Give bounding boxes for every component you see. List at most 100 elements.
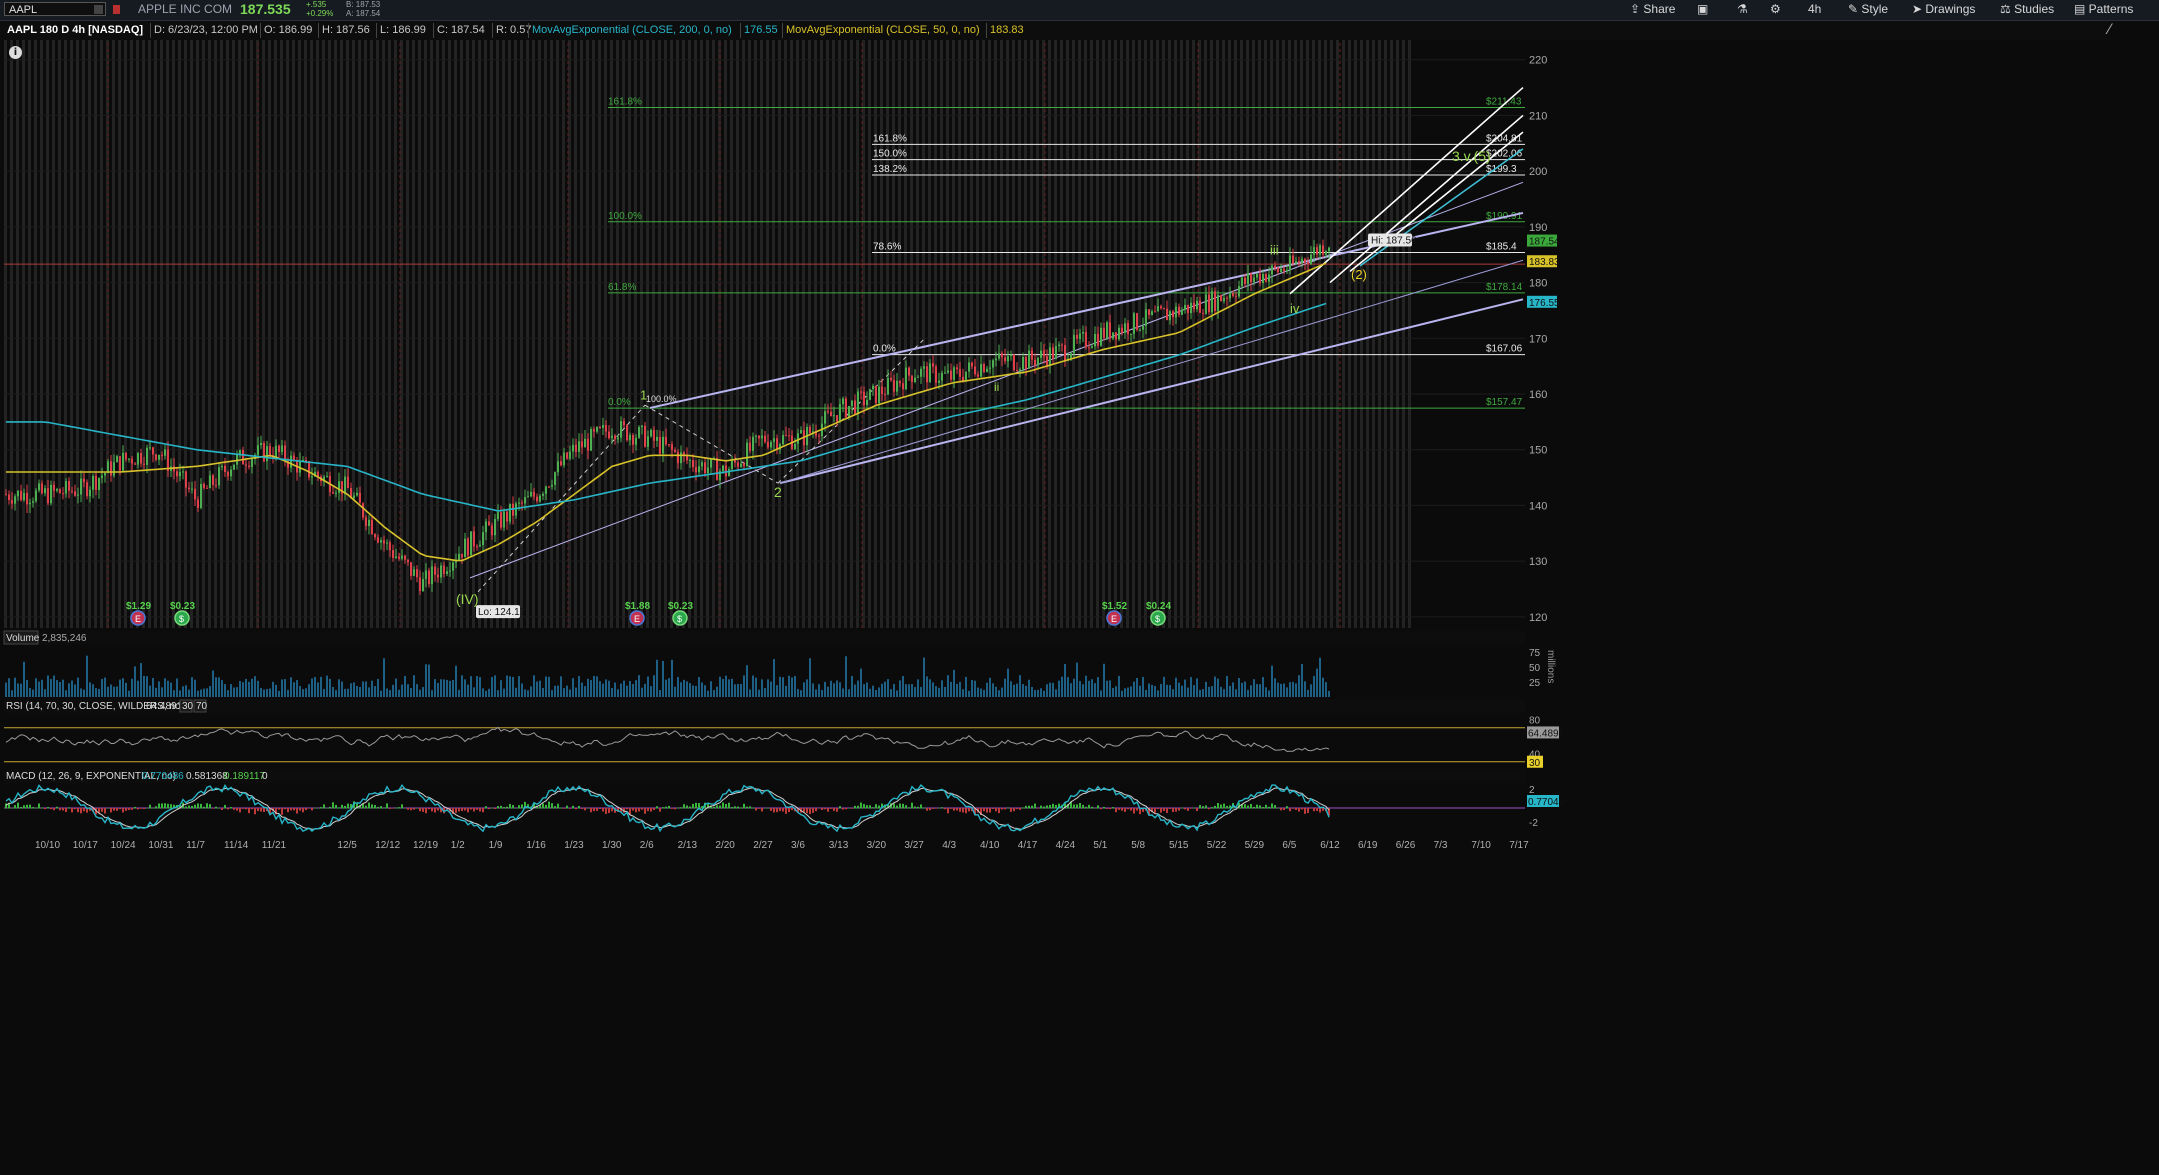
candle-body — [149, 447, 151, 449]
volume-bar — [689, 683, 691, 697]
macd-histogram-bar — [569, 808, 571, 809]
volume-bar — [557, 685, 559, 697]
volume-bar — [389, 690, 391, 697]
macd-histogram-bar — [782, 808, 784, 812]
candle-body — [473, 531, 475, 547]
bg-stripe — [118, 40, 121, 628]
candle-body — [1202, 312, 1204, 314]
bg-stripe — [658, 40, 661, 628]
volume-bar — [1205, 681, 1207, 697]
bg-stripe — [1330, 40, 1333, 628]
macd-histogram-bar — [566, 805, 568, 809]
volume-bar — [416, 684, 418, 697]
candle-body — [965, 371, 967, 381]
volume-bar — [941, 680, 943, 697]
time-tick-label: 7/10 — [1471, 840, 1491, 851]
bg-stripe — [640, 40, 643, 628]
chart-window: AAPL APPLE INC COM 187.535 +.535 +0.29% … — [0, 0, 2159, 1175]
macd-histogram-bar — [200, 803, 202, 809]
bg-stripe — [166, 40, 169, 628]
candle-body — [497, 512, 499, 520]
volume-bar — [107, 686, 109, 697]
macd-histogram-bar — [584, 808, 586, 811]
candle-body — [587, 438, 589, 451]
volume-axis-label: millions — [1545, 650, 1556, 683]
bg-stripe — [1222, 40, 1225, 628]
candle-body — [1148, 309, 1150, 315]
volume-bar — [179, 690, 181, 697]
candle-body — [1079, 333, 1081, 339]
time-tick-label: 11/14 — [224, 840, 249, 851]
macd-histogram-bar — [626, 808, 628, 810]
volume-bar — [314, 677, 316, 697]
volume-bar — [1088, 680, 1090, 697]
macd-histogram-bar — [254, 808, 256, 815]
volume-bar — [449, 680, 451, 697]
macd-histogram-bar — [926, 808, 928, 811]
candle-body — [5, 494, 7, 496]
volume-bar — [1052, 682, 1054, 697]
volume-bar — [29, 687, 31, 697]
volume-bar — [497, 690, 499, 697]
time-tick-label: 11/21 — [262, 840, 287, 851]
macd-histogram-bar — [1316, 808, 1318, 812]
bg-stripe — [1270, 40, 1273, 628]
volume-bar — [965, 676, 967, 697]
price-tick-label: 220 — [1529, 55, 1547, 67]
macd-histogram-bar — [23, 805, 25, 809]
candle-body — [1166, 308, 1168, 321]
candle-body — [1310, 254, 1312, 265]
candle-body — [680, 452, 682, 464]
candle-body — [380, 540, 382, 543]
candle-body — [1184, 304, 1186, 310]
volume-bar — [131, 678, 133, 697]
draw-tool-icon[interactable]: ⁄ — [2108, 22, 2110, 38]
channel-line — [1329, 114, 1524, 284]
bg-stripe — [1024, 40, 1027, 628]
macd-histogram-bar — [596, 808, 598, 811]
macd-histogram-bar — [158, 803, 160, 809]
event-glyph: E — [634, 614, 640, 624]
volume-bar — [1073, 678, 1075, 697]
volume-bar — [203, 688, 205, 697]
candle-body — [221, 465, 223, 468]
bg-stripe — [922, 40, 925, 628]
candle-body — [365, 517, 367, 527]
volume-bar — [578, 676, 580, 697]
candle-body — [1289, 255, 1291, 270]
candle-body — [968, 362, 970, 372]
volume-bar — [1328, 690, 1330, 697]
volume-bar — [599, 681, 601, 697]
chart-canvas[interactable]: 161.8%$211.43100.0%$190.9161.8%$178.140.… — [0, 0, 2159, 1175]
volume-bar — [152, 677, 154, 697]
time-tick-label: 5/8 — [1131, 840, 1145, 851]
candle-body — [980, 364, 982, 377]
volume-bar — [563, 688, 565, 697]
volume-bar — [635, 680, 637, 697]
volume-bar — [1301, 663, 1303, 697]
volume-bar — [281, 679, 283, 697]
candle-body — [617, 437, 619, 440]
bg-stripe — [316, 40, 319, 628]
candle-body — [263, 442, 265, 462]
bg-stripe — [292, 40, 295, 628]
candle-body — [206, 487, 208, 489]
volume-bar — [818, 684, 820, 697]
volume-bar — [209, 686, 211, 697]
bg-stripe — [994, 40, 997, 628]
info-icon[interactable]: i — [9, 46, 22, 59]
volume-bar — [956, 683, 958, 697]
bg-stripe — [1186, 40, 1189, 628]
volume-bar — [719, 676, 721, 697]
candle-body — [344, 476, 346, 494]
bg-stripe — [1342, 40, 1345, 628]
macd-histogram-bar — [806, 808, 808, 814]
macd-histogram-bar — [803, 808, 805, 813]
volume-bar — [146, 676, 148, 697]
macd-histogram-bar — [1274, 805, 1276, 809]
volume-bar — [770, 681, 772, 697]
bg-stripe — [1006, 40, 1009, 628]
candle-body — [887, 377, 889, 395]
fib-level-price: $178.14 — [1486, 282, 1523, 293]
macd-histogram-bar — [719, 805, 721, 809]
